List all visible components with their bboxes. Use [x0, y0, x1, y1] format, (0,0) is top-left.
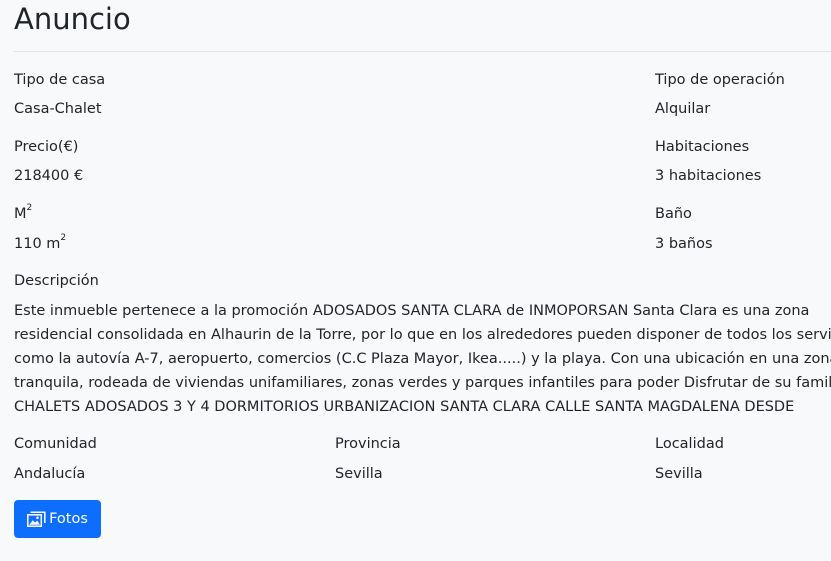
descripcion-line: como la autovía A-7, aeropuerto, comerci… [14, 351, 831, 367]
m2-value-text: 110 m [14, 236, 61, 252]
precio-value: 218400 € [14, 168, 84, 184]
fotos-button-label: Fotos [49, 511, 88, 527]
descripcion-line: tranquila, rodeada de viviendas unifamil… [14, 375, 831, 391]
anuncio-page: Anuncio Tipo de casa Casa-Chalet Tipo de… [0, 0, 831, 561]
habitaciones-value: 3 habitaciones [655, 168, 762, 184]
m2-value: 110 m2 [14, 234, 66, 254]
title-divider [14, 51, 831, 52]
localidad-label: Localidad [655, 436, 724, 452]
descripcion-label: Descripción [14, 273, 99, 289]
m2-label: M2 [14, 204, 32, 224]
comunidad-value: Andalucía [14, 466, 86, 482]
habitaciones-label: Habitaciones [655, 139, 750, 155]
m2-label-sup: 2 [26, 203, 33, 214]
bano-value: 3 baños [655, 236, 713, 252]
bano-label: Baño [655, 206, 692, 222]
page-title: Anuncio [14, 2, 131, 36]
m2-value-sup: 2 [60, 233, 67, 244]
m2-label-text: M [14, 206, 27, 222]
tipo-casa-label: Tipo de casa [14, 72, 106, 88]
descripcion-text: Este inmueble pertenece a la promoción A… [14, 299, 831, 419]
tipo-operacion-value: Alquilar [655, 101, 711, 117]
images-icon [27, 511, 46, 527]
provincia-label: Provincia [335, 436, 401, 452]
tipo-casa-value: Casa-Chalet [14, 101, 102, 117]
fotos-button[interactable]: Fotos [14, 500, 101, 538]
provincia-value: Sevilla [335, 466, 383, 482]
descripcion-line: residencial consolidada en Alhaurin de l… [14, 327, 831, 343]
localidad-value: Sevilla [655, 466, 703, 482]
descripcion-line: CHALETS ADOSADOS 3 Y 4 DORMITORIOS URBAN… [14, 399, 795, 415]
descripcion-line: Este inmueble pertenece a la promoción A… [14, 303, 810, 319]
precio-label: Precio(€) [14, 139, 79, 155]
tipo-operacion-label: Tipo de operación [655, 72, 785, 88]
comunidad-label: Comunidad [14, 436, 97, 452]
